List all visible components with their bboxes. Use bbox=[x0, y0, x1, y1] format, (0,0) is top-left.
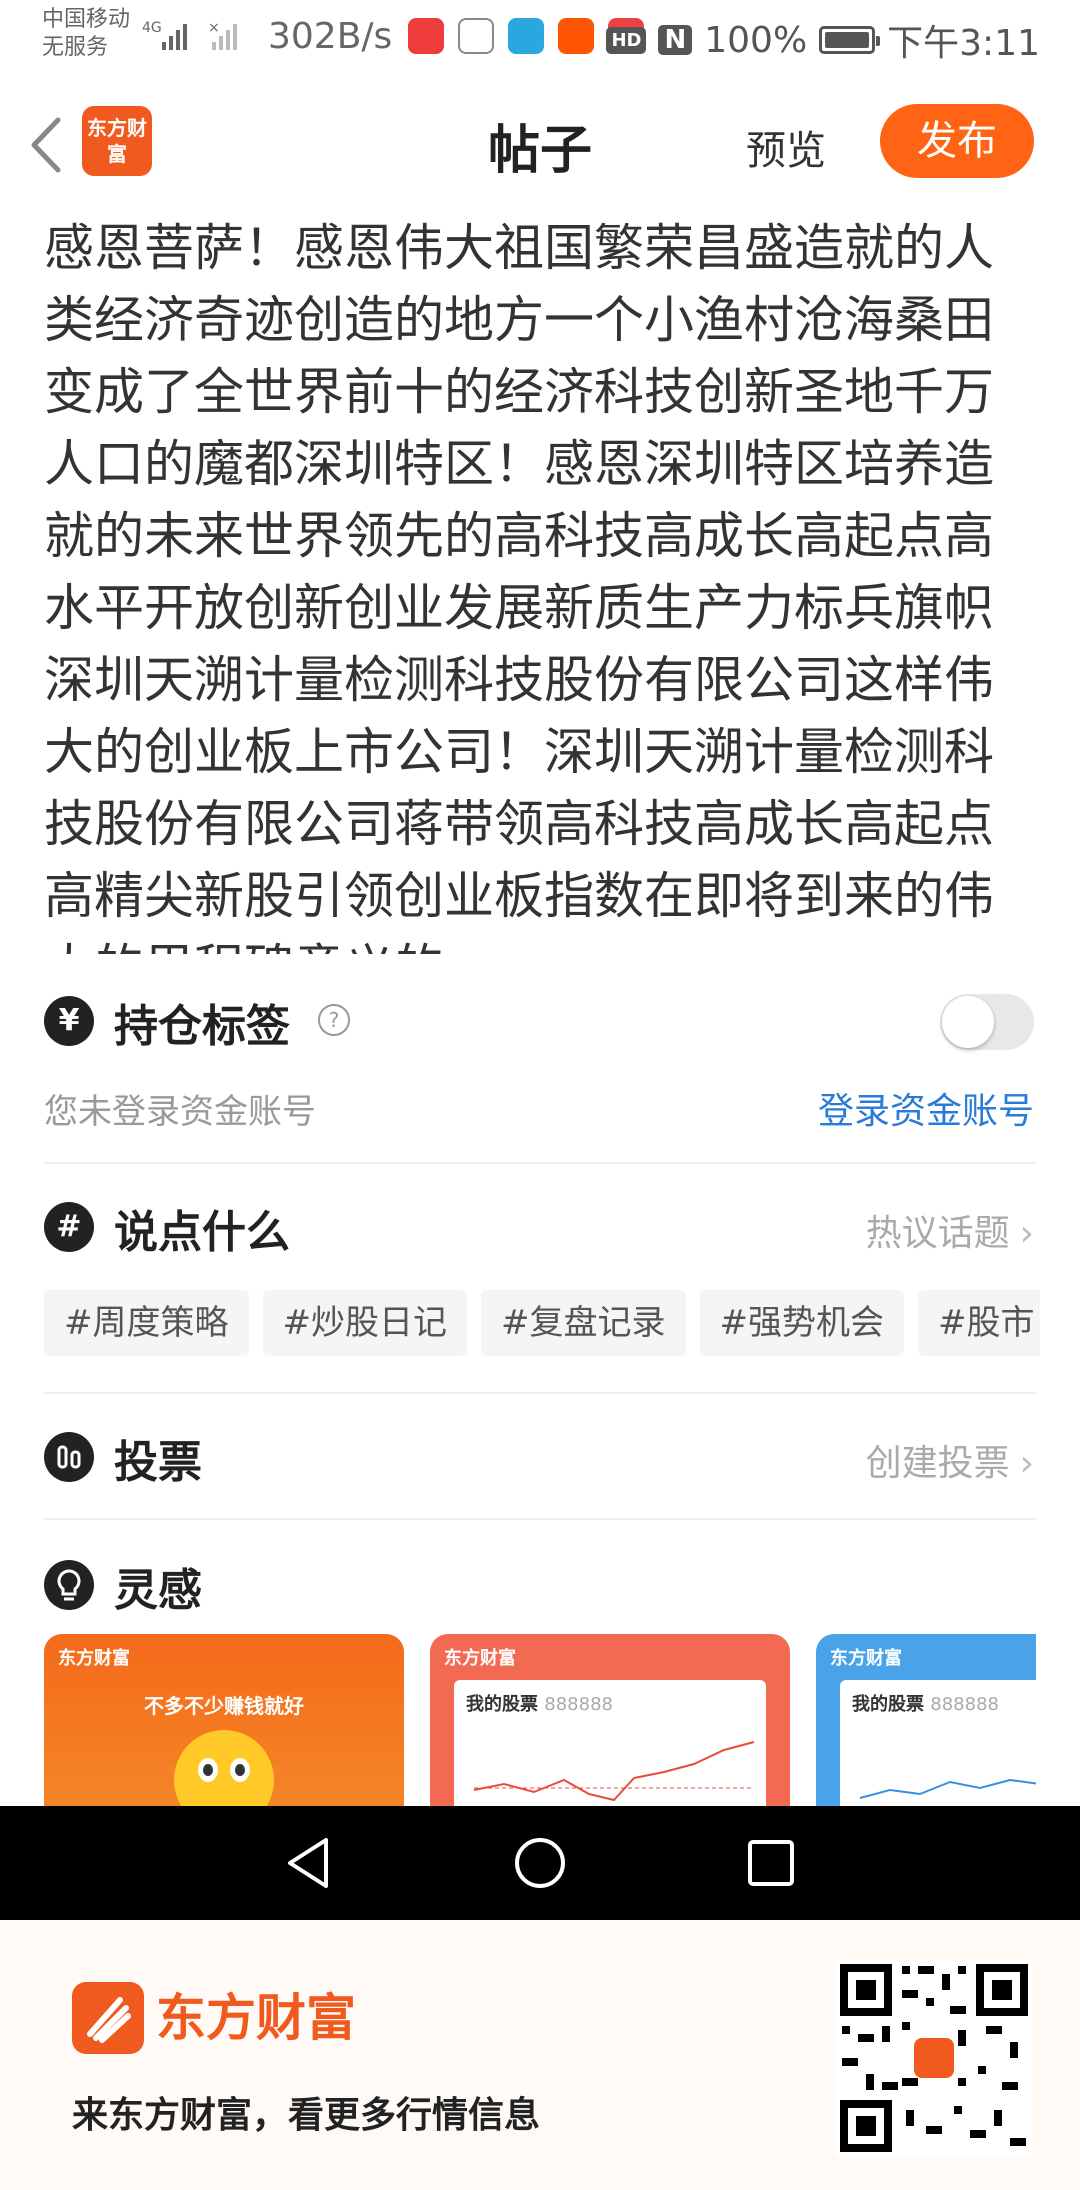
carrier-service: 无服务 bbox=[42, 35, 109, 60]
nav-back-icon[interactable] bbox=[282, 1836, 334, 1890]
system-nav-bar bbox=[0, 1806, 1080, 1920]
nav-recents-icon[interactable] bbox=[746, 1838, 796, 1888]
promo-tagline: 来东方财富，看更多行情信息 bbox=[72, 2095, 541, 2136]
help-icon[interactable]: ? bbox=[318, 1004, 350, 1036]
status-bar: 中国移动 无服务 4G × 302B/s HD N 100% 下午3:11 bbox=[0, 0, 1080, 70]
smiley-mascot-icon bbox=[174, 1730, 274, 1806]
holdings-toggle[interactable] bbox=[940, 994, 1034, 1050]
status-right: HD N 100% 下午3:11 bbox=[606, 14, 1040, 66]
card-brand: 东方财富 bbox=[444, 1648, 516, 1669]
hashtag-icon: # bbox=[44, 1202, 94, 1252]
carrier-name: 中国移动 bbox=[42, 7, 131, 32]
login-hint: 您未登录资金账号 bbox=[44, 1092, 316, 1132]
card-label: 我的股票 888888 bbox=[466, 1694, 613, 1715]
svg-text:4G: 4G bbox=[142, 20, 162, 36]
bulb-glyph-icon bbox=[57, 1569, 81, 1601]
login-account-link[interactable]: 登录资金账号 bbox=[818, 1082, 1034, 1134]
brand-logo-icon bbox=[72, 1982, 144, 2054]
inspiration-cards: 东方财富 不多不少赚钱就好 东方财富 我的股票 888888 东方财富 我的股票… bbox=[44, 1634, 1036, 1806]
hot-topics-label: 热议话题 bbox=[865, 1213, 1010, 1254]
divider bbox=[44, 1162, 1036, 1164]
card-brand: 东方财富 bbox=[58, 1648, 130, 1669]
carrier-info: 中国移动 无服务 bbox=[42, 6, 130, 62]
inspiration-card[interactable]: 东方财富 我的股票 888888 bbox=[816, 1634, 1036, 1806]
nfc-icon: N bbox=[658, 25, 693, 55]
taobao-app-icon bbox=[558, 18, 594, 54]
topic-tag[interactable]: #复盘记录 bbox=[481, 1290, 686, 1356]
svg-text:×: × bbox=[208, 20, 220, 36]
battery-icon bbox=[819, 26, 881, 54]
create-vote-link[interactable]: 创建投票 › bbox=[866, 1434, 1034, 1486]
app-header: 东方财富 帖子 预览 发布 bbox=[0, 90, 1080, 200]
chevron-right-icon: › bbox=[1019, 1213, 1034, 1254]
topic-tag[interactable]: #股市 bbox=[918, 1290, 1040, 1356]
qr-code-icon bbox=[836, 1960, 1032, 2156]
say-something-title: 说点什么 bbox=[114, 1207, 290, 1258]
topic-tag[interactable]: #炒股日记 bbox=[262, 1290, 467, 1356]
create-vote-label: 创建投票 bbox=[865, 1443, 1010, 1484]
preview-button[interactable]: 预览 bbox=[746, 118, 826, 176]
inspiration-card[interactable]: 东方财富 我的股票 888888 bbox=[430, 1634, 790, 1806]
promo-brand-name: 东方财富 bbox=[156, 1989, 356, 2047]
topic-tag[interactable]: #强势机会 bbox=[699, 1290, 904, 1356]
hot-topics-link[interactable]: 热议话题 › bbox=[866, 1204, 1034, 1256]
vote-icon bbox=[44, 1432, 94, 1482]
signal-icon: 4G × bbox=[142, 20, 237, 50]
battery-percent: 100% bbox=[704, 19, 808, 61]
chevron-right-icon: › bbox=[1019, 1443, 1034, 1484]
nav-home-icon[interactable] bbox=[513, 1836, 567, 1890]
divider bbox=[44, 1392, 1036, 1394]
topic-tags: #周度策略 #炒股日记 #复盘记录 #强势机会 #股市 bbox=[44, 1290, 1040, 1356]
publish-button[interactable]: 发布 bbox=[880, 104, 1034, 178]
lightbulb-icon bbox=[44, 1560, 94, 1610]
post-editor[interactable]: 感恩菩萨！感恩伟大祖国繁荣昌盛造就的人类经济奇迹创造的地方一个小渔村沧海桑田变成… bbox=[44, 212, 1040, 954]
shopping-app-icon bbox=[408, 18, 444, 54]
stock-chart-preview: 我的股票 888888 bbox=[840, 1680, 1036, 1806]
network-speed: 302B/s bbox=[268, 16, 393, 57]
card-brand: 东方财富 bbox=[830, 1648, 902, 1669]
wifi-app-icon bbox=[508, 18, 544, 54]
post-content[interactable]: 感恩菩萨！感恩伟大祖国繁荣昌盛造就的人类经济奇迹创造的地方一个小渔村沧海桑田变成… bbox=[44, 212, 1040, 954]
vote-title: 投票 bbox=[114, 1437, 202, 1488]
holdings-tag-title: 持仓标签 bbox=[114, 1001, 290, 1052]
card-label: 我的股票 888888 bbox=[852, 1694, 999, 1715]
promo-banner: 东方财富 来东方财富，看更多行情信息 bbox=[0, 1920, 1080, 2190]
inspiration-title: 灵感 bbox=[114, 1565, 202, 1616]
vote-bars-icon bbox=[57, 1445, 81, 1469]
yuan-icon: ¥ bbox=[44, 996, 94, 1046]
clock: 下午3:11 bbox=[887, 23, 1040, 64]
stock-chart-preview: 我的股票 888888 bbox=[454, 1680, 766, 1806]
topic-tag[interactable]: #周度策略 bbox=[44, 1290, 249, 1356]
feather-app-icon bbox=[458, 18, 494, 54]
divider bbox=[44, 1518, 1036, 1520]
inspiration-card[interactable]: 东方财富 不多不少赚钱就好 bbox=[44, 1634, 404, 1806]
hd-icon: HD bbox=[606, 26, 647, 54]
card-slogan: 不多不少赚钱就好 bbox=[144, 1694, 304, 1718]
